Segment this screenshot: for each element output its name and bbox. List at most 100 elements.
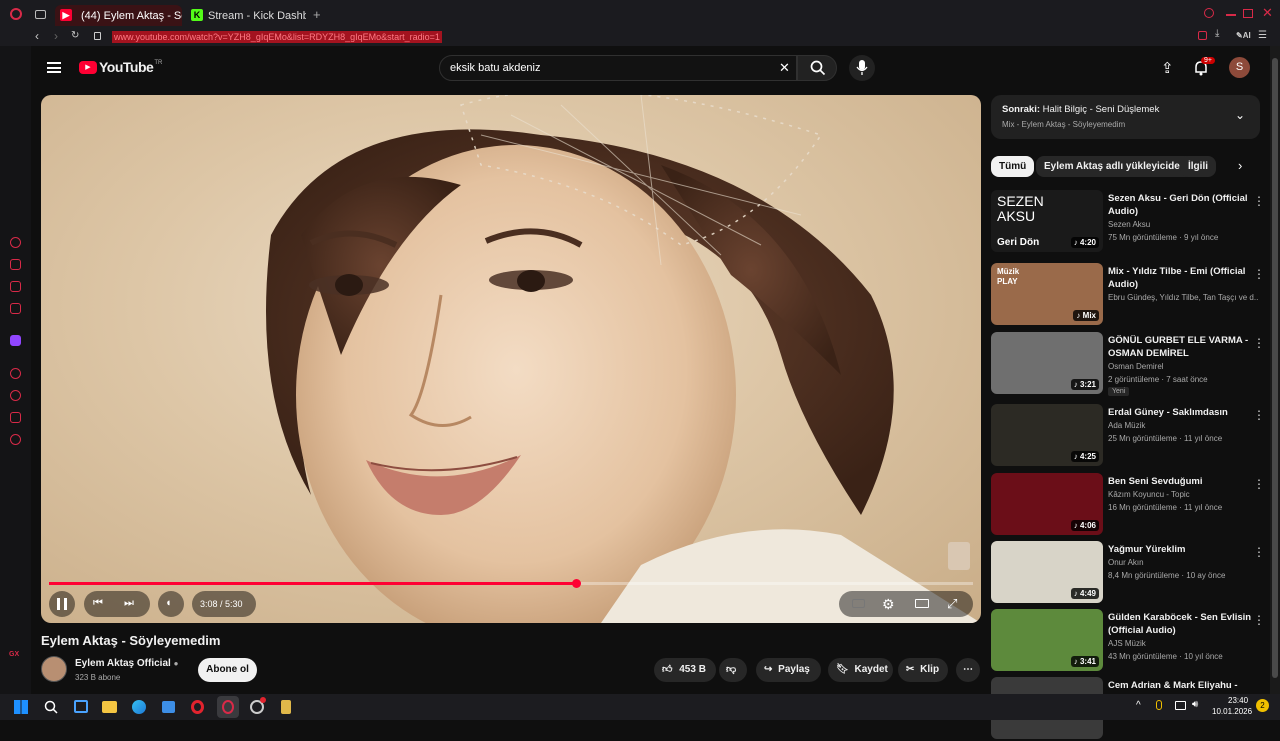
video-player[interactable]	[41, 95, 981, 623]
next-button[interactable]: ⏭	[124, 597, 134, 610]
recommendation-item[interactable]: ♪ 3:21 GÖNÜL GURBET ELE VARMA - OSMAN DE…	[991, 332, 1271, 396]
minimize-button[interactable]	[1226, 14, 1236, 16]
speaker-icon[interactable]: 🔊︎	[1192, 699, 1198, 710]
recommendation-channel[interactable]: Sezen Aksu	[1108, 220, 1258, 229]
avatar[interactable]: S	[1229, 57, 1250, 78]
recommendation-channel[interactable]: Osman Demirel	[1108, 362, 1258, 371]
tray-mic-icon[interactable]	[1156, 700, 1162, 710]
settings-gear-icon[interactable]: ⚙	[882, 596, 895, 613]
recommendation-thumbnail[interactable]: ♪ 4:06	[991, 473, 1103, 535]
recommendation-title[interactable]: Mix - Yıldız Tilbe - Emi (Official Audio…	[1108, 265, 1255, 291]
recommendation-thumbnail[interactable]: Müzik PLAY ♪ Mix	[991, 263, 1103, 325]
recommendation-channel[interactable]: Ada Müzik	[1108, 421, 1258, 430]
aria-icon[interactable]	[10, 237, 21, 248]
progress-scrubber[interactable]	[571, 579, 581, 588]
taskbar-search-icon[interactable]	[44, 700, 58, 714]
settings-sidebar-icon[interactable]	[10, 434, 21, 445]
recommendation-channel[interactable]: Ebru Gündeş, Yıldız Tilbe, Tan Taşçı ve …	[1108, 293, 1258, 302]
recommendation-title[interactable]: Sezen Aksu - Geri Dön (Official Audio)	[1108, 192, 1255, 218]
clip-button[interactable]: ✂ Klip	[898, 658, 948, 682]
windows-start-icon[interactable]	[14, 700, 28, 714]
more-options-icon[interactable]: ⋮	[1253, 408, 1265, 422]
recommendation-item[interactable]: ♪ 4:25 Erdal Güney - Saklımdasın Ada Müz…	[991, 404, 1271, 468]
subscribe-button[interactable]: Abone ol	[198, 658, 257, 682]
ai-button[interactable]: ✎AI	[1236, 31, 1251, 40]
history-panel-icon[interactable]	[10, 281, 21, 292]
recommendation-title[interactable]: Ben Seni Sevduğumi	[1108, 475, 1255, 488]
notifications-button[interactable]: 9+	[1194, 57, 1215, 81]
opera-gx-taskbar-icon[interactable]	[217, 696, 239, 718]
chip-all[interactable]: Tümü	[991, 156, 1035, 177]
forward-button[interactable]: ›	[54, 29, 58, 43]
recommendation-title[interactable]: Cem Adrian & Mark Eliyahu -	[1108, 679, 1255, 692]
recommendation-title[interactable]: GÖNÜL GURBET ELE VARMA - OSMAN DEMİREL	[1108, 334, 1255, 360]
search-input[interactable]	[450, 61, 750, 75]
recommendation-channel[interactable]: AJS Müzik	[1108, 639, 1258, 648]
recommendation-channel[interactable]: Kâzım Koyuncu - Topic	[1108, 490, 1258, 499]
theater-mode-icon[interactable]	[915, 599, 929, 608]
more-options-icon[interactable]: ⋮	[1253, 545, 1265, 559]
recommendation-thumbnail[interactable]: ♪ 3:21	[991, 332, 1103, 394]
tab-kick[interactable]: K Stream - Kick Dashboard	[186, 5, 306, 26]
notification-center-badge[interactable]: 2	[1256, 699, 1269, 712]
chevron-down-icon[interactable]: ⌄	[1235, 108, 1245, 122]
chip-from-uploader[interactable]: Eylem Aktaş adlı yükleyiciden	[1036, 156, 1194, 177]
recommendation-item[interactable]: Müzik PLAY ♪ Mix Mix - Yıldız Tilbe - Em…	[991, 263, 1271, 327]
pinned-app-icon[interactable]	[281, 700, 291, 714]
dislike-button[interactable]: 👎︎	[719, 658, 747, 682]
youtube-logo[interactable]: ▶ YouTube TR	[79, 59, 162, 75]
recommendation-channel[interactable]: Onur Akın	[1108, 558, 1258, 567]
recommendation-title[interactable]: Gülden Karaböcek - Sen Evlisin (Official…	[1108, 611, 1255, 637]
chevron-right-icon[interactable]: ›	[1238, 158, 1242, 173]
save-page-icon[interactable]	[1198, 31, 1207, 40]
recommendation-item[interactable]: ♪ 4:49 Yağmur Yüreklim Onur Akın 8,4 Mn …	[991, 541, 1271, 605]
recommendation-thumbnail[interactable]: ♪ 3:41	[991, 609, 1103, 671]
recommendation-thumbnail[interactable]: SEZEN AKSU Geri Dön ♪ 4:20	[991, 190, 1103, 252]
fullscreen-icon[interactable]: ⤢	[947, 596, 957, 612]
edge-icon[interactable]	[132, 700, 146, 714]
channel-name[interactable]: Eylem Aktaş Official ●	[75, 658, 178, 669]
more-options-icon[interactable]: ⋮	[1253, 267, 1265, 281]
workspace-icon[interactable]	[10, 303, 21, 314]
search-box[interactable]: ✕	[439, 55, 797, 81]
guide-menu-icon[interactable]	[47, 62, 61, 73]
channel-avatar[interactable]	[41, 656, 67, 682]
recommendation-thumbnail[interactable]: ♪ 4:49	[991, 541, 1103, 603]
more-options-icon[interactable]: ⋮	[1253, 477, 1265, 491]
gx-icon[interactable]: GX	[9, 651, 19, 658]
task-view-icon[interactable]	[74, 700, 88, 713]
scrollbar-thumb[interactable]	[1272, 58, 1278, 678]
like-button[interactable]: 👍︎ 453 B	[654, 658, 716, 682]
new-tab-button[interactable]: +	[313, 7, 321, 22]
download-icon[interactable]: ⤓	[1215, 28, 1219, 39]
search-tabs-icon[interactable]	[1204, 8, 1214, 18]
file-explorer-icon[interactable]	[102, 701, 117, 713]
player-icon[interactable]	[10, 368, 21, 379]
reload-button[interactable]: ↻	[71, 30, 79, 41]
recommendation-title[interactable]: Yağmur Yüreklim	[1108, 543, 1255, 556]
volume-icon[interactable]: ◖	[165, 597, 172, 609]
voice-search-button[interactable]	[849, 55, 875, 81]
tab-youtube[interactable]: ▶ (44) Eylem Aktaş - Söy	[55, 5, 182, 26]
recommendation-item[interactable]: ♪ 4:06 Ben Seni Sevduğumi Kâzım Koyuncu …	[991, 473, 1271, 537]
twitch-icon[interactable]	[10, 335, 21, 346]
subtitles-icon[interactable]	[852, 599, 865, 608]
more-options-icon[interactable]: ⋮	[1253, 613, 1265, 627]
clear-search-icon[interactable]: ✕	[779, 60, 790, 76]
recommendation-item[interactable]: SEZEN AKSU Geri Dön ♪ 4:20 Sezen Aksu - …	[991, 190, 1271, 254]
upload-icon[interactable]: ⇪	[1161, 59, 1174, 77]
back-button[interactable]: ‹	[35, 29, 39, 43]
recommendation-item[interactable]: ♪ 3:41 Gülden Karaböcek - Sen Evlisin (O…	[991, 609, 1271, 673]
tab-menu-icon[interactable]	[35, 10, 46, 19]
clock-date[interactable]: 10.01.2026	[1212, 707, 1252, 716]
store-icon[interactable]	[162, 701, 175, 713]
end-screen-thumbnail[interactable]	[948, 542, 970, 570]
close-window-button[interactable]: ✕	[1262, 5, 1273, 21]
more-options-icon[interactable]: ⋮	[1253, 336, 1265, 350]
save-button[interactable]: 🔖︎ Kaydet	[828, 658, 893, 682]
bag-icon[interactable]	[10, 259, 21, 270]
search-button[interactable]	[797, 55, 837, 81]
recommendation-thumbnail[interactable]: ♪ 4:25	[991, 404, 1103, 466]
browser-menu-icon[interactable]: ☰	[1258, 30, 1267, 41]
maximize-button[interactable]	[1243, 9, 1253, 18]
